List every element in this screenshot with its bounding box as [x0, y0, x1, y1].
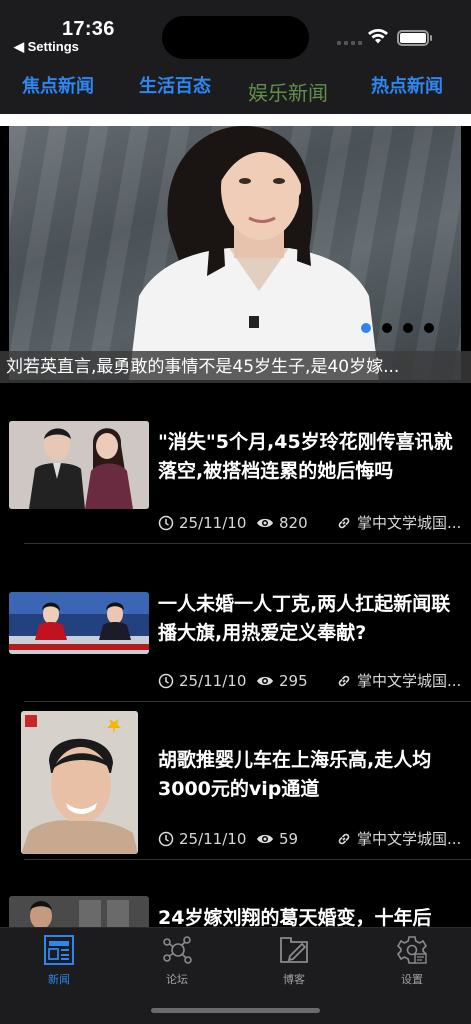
tab-settings-label: 设置: [401, 973, 423, 986]
tab-forum[interactable]: 论坛: [137, 934, 217, 987]
news-date: 25/11/10: [158, 514, 256, 532]
news-views-text: 295: [279, 671, 308, 690]
news-views: 820: [256, 514, 336, 532]
back-to-settings-link[interactable]: ◀ Settings: [14, 39, 79, 55]
news-icon: [44, 935, 74, 965]
link-icon: [338, 833, 350, 844]
news-item[interactable]: 一人未婚一人丁克,两人扛起新闻联播大旗,用热爱定义奉献? 25/11/10 29…: [0, 550, 471, 708]
news-title[interactable]: "消失"5个月,45岁玲花刚传喜讯就落空,被搭档连累的她后悔吗: [158, 428, 464, 486]
wifi-icon: [368, 29, 388, 44]
forum-icon: [163, 936, 192, 964]
page-dot-2[interactable]: [382, 323, 392, 333]
dynamic-island: [162, 16, 309, 59]
settings-icon: [396, 936, 428, 964]
page-dot-1[interactable]: [361, 323, 371, 333]
list-divider: [24, 543, 471, 544]
news-views-text: 59: [279, 829, 299, 848]
status-time: 17:36: [62, 18, 115, 40]
banner-carousel[interactable]: [9, 126, 461, 380]
news-date-text: 25/11/10: [179, 671, 247, 690]
tab-focus-news[interactable]: 焦点新闻: [22, 72, 94, 98]
cellular-signal-icon: [337, 41, 362, 45]
battery-icon: [397, 30, 432, 46]
news-source-text: 掌中文学城国...: [357, 672, 462, 690]
news-source[interactable]: 掌中文学城国...: [336, 670, 466, 691]
page-dot-3[interactable]: [403, 323, 413, 333]
clock-icon: [158, 673, 174, 688]
list-divider: [24, 859, 471, 860]
eye-icon: [257, 834, 273, 843]
news-thumbnail: [21, 711, 138, 854]
news-source[interactable]: 掌中文学城国...: [336, 512, 466, 533]
list-divider: [24, 701, 471, 702]
news-views: 59: [256, 830, 336, 848]
news-meta: 25/11/10 820 掌中文学城国...: [158, 512, 466, 533]
clock-icon: [158, 515, 174, 530]
blog-icon: [280, 937, 308, 963]
news-item[interactable]: 胡歌推婴儿车在上海乐高,走人均3000元的vip通道 25/11/10 59 掌…: [0, 708, 471, 866]
tab-forum-label: 论坛: [166, 973, 188, 986]
tab-life[interactable]: 生活百态: [139, 72, 211, 98]
news-date: 25/11/10: [158, 672, 256, 690]
category-tabs: 焦点新闻 生活百态 娱乐新闻 热点新闻: [0, 62, 471, 114]
tab-hot-news[interactable]: 热点新闻: [371, 72, 443, 98]
news-views: 295: [256, 672, 336, 690]
news-item[interactable]: 24岁嫁刘翔的葛天婚变，十年后: [0, 866, 471, 927]
eye-icon: [257, 518, 273, 527]
news-thumbnail: [9, 592, 149, 654]
news-title[interactable]: 24岁嫁刘翔的葛天婚变，十年后: [158, 904, 464, 927]
page-dot-4[interactable]: [424, 323, 434, 333]
tab-blog-label: 博客: [283, 973, 305, 986]
banner-caption[interactable]: 刘若英直言,最勇敢的事情不是45岁生子,是40岁嫁...: [0, 351, 471, 383]
tab-news-label: 新闻: [48, 973, 70, 986]
home-indicator[interactable]: [151, 1008, 320, 1013]
news-item[interactable]: "消失"5个月,45岁玲花刚传喜讯就落空,被搭档连累的她后悔吗 25/11/10…: [0, 392, 471, 550]
tab-news[interactable]: 新闻: [19, 934, 99, 987]
news-meta: 25/11/10 295 掌中文学城国...: [158, 670, 466, 691]
news-thumbnail: [9, 421, 149, 509]
link-icon: [338, 517, 350, 528]
news-title[interactable]: 胡歌推婴儿车在上海乐高,走人均3000元的vip通道: [158, 746, 464, 804]
news-date-text: 25/11/10: [179, 513, 247, 532]
news-views-text: 820: [279, 513, 308, 532]
news-source[interactable]: 掌中文学城国...: [336, 828, 466, 849]
header-separator: [0, 114, 471, 126]
banner-photo: [129, 126, 379, 380]
news-thumbnail: [9, 896, 149, 927]
news-date: 25/11/10: [158, 830, 256, 848]
status-bar: 17:36 ◀ Settings: [0, 0, 471, 62]
tab-blog[interactable]: 博客: [254, 934, 334, 987]
news-meta: 25/11/10 59 掌中文学城国...: [158, 828, 466, 849]
eye-icon: [257, 676, 273, 685]
tab-entertainment-news[interactable]: 娱乐新闻: [248, 77, 328, 106]
link-icon: [338, 675, 350, 686]
carousel-page-indicator[interactable]: [361, 323, 434, 333]
news-date-text: 25/11/10: [179, 829, 247, 848]
news-source-text: 掌中文学城国...: [357, 830, 462, 848]
news-title[interactable]: 一人未婚一人丁克,两人扛起新闻联播大旗,用热爱定义奉献?: [158, 590, 464, 648]
news-source-text: 掌中文学城国...: [357, 514, 462, 532]
tab-settings[interactable]: 设置: [372, 934, 452, 987]
clock-icon: [158, 831, 174, 846]
